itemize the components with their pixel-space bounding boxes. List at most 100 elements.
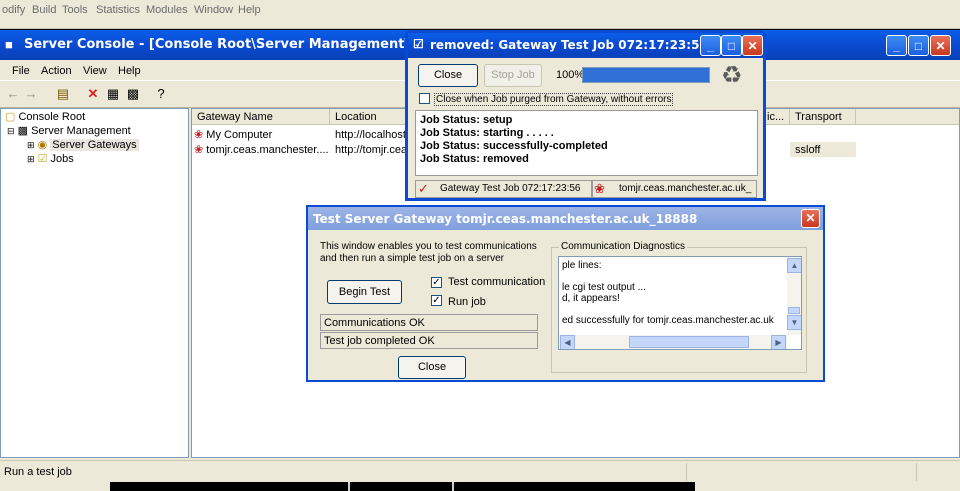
menu-action[interactable]: Action bbox=[41, 65, 72, 77]
close-when-purged-label: Close when Job purged from Gateway, with… bbox=[434, 93, 674, 106]
status-divider bbox=[916, 463, 917, 481]
diagnostics-line bbox=[562, 271, 784, 282]
test-close-button[interactable]: Close bbox=[398, 356, 466, 379]
bg-menu-modules[interactable]: Modules bbox=[146, 4, 188, 16]
tree-item-jobs[interactable]: ⊞ ☑ Jobs bbox=[27, 152, 74, 165]
status-label: Job Status: bbox=[420, 114, 480, 126]
column-filler bbox=[856, 109, 959, 125]
tree-label-server-management: Server Management bbox=[31, 125, 131, 137]
column-transport[interactable]: Transport bbox=[790, 109, 856, 125]
close-when-purged-checkbox[interactable] bbox=[419, 93, 430, 104]
tree-label-server-gateways: Server Gateways bbox=[50, 139, 139, 151]
taskbar-divider bbox=[452, 482, 454, 491]
host-status-panel: ❀ tomjr.ceas.manchester.ac.uk_ bbox=[592, 180, 757, 198]
properties-icon[interactable]: ▦ bbox=[104, 85, 122, 103]
run-job-checkbox[interactable]: ✓ bbox=[431, 295, 442, 306]
collapse-icon[interactable]: ⊟ bbox=[7, 126, 15, 136]
expand-icon[interactable]: ⊞ bbox=[27, 154, 35, 164]
job-status-line: Job Status: successfully-completed bbox=[420, 140, 753, 153]
forward-arrow-icon[interactable]: → bbox=[22, 85, 40, 103]
diagnostics-line: ple lines: bbox=[562, 260, 602, 271]
gateway-icon: ❀ bbox=[194, 129, 204, 141]
diagnostics-line: le cgi test output ... bbox=[562, 282, 646, 293]
menu-help[interactable]: Help bbox=[118, 65, 141, 77]
test-communication-checkbox[interactable]: ✓ bbox=[431, 277, 442, 288]
bg-menu-help[interactable]: Help bbox=[238, 4, 261, 16]
diagnostics-textarea[interactable]: ple lines: le cgi test output ... d, it … bbox=[558, 256, 802, 350]
status-value: setup bbox=[482, 114, 513, 126]
main-minimize-button[interactable]: _ bbox=[886, 35, 907, 56]
job-status-line: Job Status: setup bbox=[420, 114, 753, 127]
row-location: http://tomjr.cea bbox=[335, 144, 408, 156]
tree-item-server-gateways[interactable]: ⊞ ◉ Server Gateways bbox=[27, 138, 139, 151]
jobs-icon: ☑ bbox=[37, 153, 48, 165]
main-maximize-button[interactable]: □ bbox=[908, 35, 929, 56]
progress-bar bbox=[582, 67, 710, 83]
diagnostics-line bbox=[562, 304, 784, 315]
bg-menu-tools[interactable]: Tools bbox=[62, 4, 88, 16]
status-label: Job Status: bbox=[420, 153, 480, 165]
run-job-label: Run job bbox=[448, 296, 486, 308]
job-dialog-minimize-button[interactable]: _ bbox=[700, 35, 721, 56]
back-arrow-icon[interactable]: ← bbox=[4, 85, 22, 103]
job-progress-dialog: ☑ removed: Gateway Test Job 072:17:23:56… bbox=[405, 30, 766, 201]
job-status-panel: ✓ Gateway Test Job 072:17:23:56 bbox=[415, 180, 592, 198]
test-dialog-title: Test Server Gateway tomjr.ceas.mancheste… bbox=[313, 212, 698, 226]
column-location[interactable]: Location bbox=[330, 109, 410, 125]
console-app-icon: ■ bbox=[5, 37, 13, 52]
diagnostics-line: d, it appears! bbox=[562, 293, 620, 304]
stop-job-button[interactable]: Stop Job bbox=[484, 64, 542, 87]
expand-icon[interactable]: ⊞ bbox=[27, 140, 35, 150]
job-dialog-close-button[interactable]: ✕ bbox=[742, 35, 763, 56]
job-dialog-titlebar[interactable]: ☑ removed: Gateway Test Job 072:17:23:56… bbox=[408, 33, 763, 58]
test-communication-label: Test communication bbox=[448, 276, 546, 288]
taskbar-divider bbox=[348, 482, 350, 491]
diagnostics-title: Communication Diagnostics bbox=[559, 241, 687, 252]
scroll-down-icon[interactable]: ▼ bbox=[787, 315, 801, 330]
gateway-icon: ❀ bbox=[594, 181, 605, 196]
status-label: Job Status: bbox=[420, 140, 480, 152]
diagnostics-text: ple lines: le cgi test output ... d, it … bbox=[562, 260, 784, 326]
vertical-scrollbar[interactable]: ▲ ▼ bbox=[787, 257, 801, 335]
job-dialog-maximize-button[interactable]: □ bbox=[721, 35, 742, 56]
menu-view[interactable]: View bbox=[83, 65, 107, 77]
job-close-button[interactable]: Close bbox=[418, 64, 478, 87]
column-ic[interactable]: ic... bbox=[762, 109, 790, 125]
bg-menu-build[interactable]: Build bbox=[32, 4, 56, 16]
help-icon[interactable]: ? bbox=[152, 85, 170, 103]
job-status-log: Job Status: setup Job Status: starting .… bbox=[415, 110, 758, 176]
status-job-name: Gateway Test Job 072:17:23:56 bbox=[440, 183, 581, 194]
scroll-right-icon[interactable]: ▶ bbox=[771, 335, 786, 349]
test-description: This window enables you to test communic… bbox=[320, 241, 537, 264]
bg-menu-modify[interactable]: odify bbox=[2, 4, 25, 16]
horizontal-scroll-thumb[interactable] bbox=[629, 336, 749, 348]
scroll-left-icon[interactable]: ◀ bbox=[560, 335, 575, 349]
column-gateway-name[interactable]: Gateway Name bbox=[192, 109, 330, 125]
menu-file[interactable]: File bbox=[12, 65, 30, 77]
test-dialog-titlebar[interactable]: Test Server Gateway tomjr.ceas.mancheste… bbox=[308, 207, 823, 230]
tree-item-console-root[interactable]: ▢ Console Root bbox=[5, 110, 85, 123]
status-value: starting . . . . . bbox=[482, 127, 554, 139]
row-gateway-name: tomjr.ceas.manchester.... bbox=[206, 144, 329, 156]
vertical-scroll-thumb[interactable] bbox=[788, 307, 800, 314]
job-result-field: Test job completed OK bbox=[320, 332, 538, 349]
bg-menu-statistics[interactable]: Statistics bbox=[96, 4, 140, 16]
up-folder-icon[interactable]: ▤ bbox=[54, 85, 72, 103]
bg-menu-window[interactable]: Window bbox=[194, 4, 233, 16]
test-dialog-close-button[interactable]: ✕ bbox=[801, 209, 820, 228]
table-row[interactable]: ❀ My Computer bbox=[194, 128, 272, 141]
scroll-up-icon[interactable]: ▲ bbox=[787, 258, 801, 273]
main-close-button[interactable]: ✕ bbox=[930, 35, 951, 56]
delete-icon[interactable]: ✕ bbox=[84, 85, 102, 103]
main-statusbar: Run a test job bbox=[0, 460, 960, 483]
horizontal-scrollbar[interactable]: ◀ ▶ bbox=[559, 335, 787, 349]
job-status-line: Job Status: removed bbox=[420, 153, 753, 166]
status-host-name: tomjr.ceas.manchester.ac.uk_ bbox=[619, 183, 752, 194]
begin-test-button[interactable]: Begin Test bbox=[327, 280, 402, 304]
status-divider bbox=[686, 463, 687, 481]
export-list-icon[interactable]: ▩ bbox=[124, 85, 142, 103]
status-text: Run a test job bbox=[4, 466, 72, 478]
tree-item-server-management[interactable]: ⊟ ▩ Server Management bbox=[7, 124, 131, 137]
table-row[interactable]: ❀ tomjr.ceas.manchester.... bbox=[194, 143, 329, 156]
progress-bar-fill bbox=[583, 68, 709, 82]
